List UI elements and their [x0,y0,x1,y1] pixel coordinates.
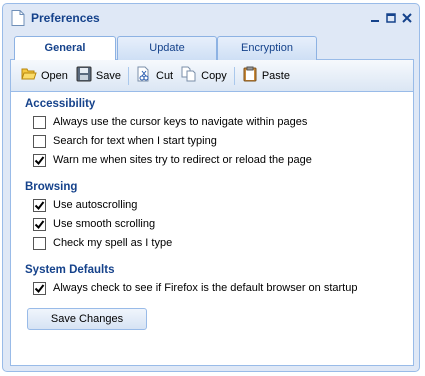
checkmark-icon [34,219,45,229]
copy-label: Copy [201,69,227,82]
tab-update[interactable]: Update [117,36,217,60]
checkbox-row[interactable]: Always check to see if Firefox is the de… [33,280,357,296]
preferences-window: Preferences General Update Encryption Op… [2,3,420,372]
copy-icon [181,66,201,85]
toolbar: Open Save Cut Copy Paste [11,60,413,92]
copy-button[interactable]: Copy [177,65,231,87]
paste-icon [242,66,262,85]
paste-button[interactable]: Paste [238,65,294,87]
title-bar[interactable]: Preferences [3,4,419,32]
cut-button[interactable]: Cut [132,65,177,87]
checkbox-label: Search for text when I start typing [53,135,217,147]
checkbox-label: Always use the cursor keys to navigate w… [53,116,308,128]
window-title: Preferences [31,11,100,25]
close-icon[interactable] [400,11,413,24]
section-browsing-title: Browsing [25,181,78,193]
section-accessibility-title: Accessibility [25,98,96,110]
checkbox-row[interactable]: Always use the cursor keys to navigate w… [33,114,307,130]
minimize-icon[interactable] [368,11,381,24]
checkmark-icon [34,200,45,210]
checkbox-label: Warn me when sites try to redirect or re… [53,154,312,166]
checkbox-checked[interactable] [33,153,46,167]
checkbox-row[interactable]: Use smooth scrolling [33,216,155,232]
tab-encryption[interactable]: Encryption [217,36,317,60]
floppy-disk-icon [76,66,96,85]
checkmark-icon [34,155,45,165]
checkmark-icon [34,283,45,293]
checkbox-unchecked[interactable] [33,236,46,250]
toolbar-separator [233,66,235,85]
checkbox-checked[interactable] [33,281,46,295]
maximize-icon[interactable] [384,11,397,24]
tab-general[interactable]: General [14,36,116,61]
checkbox-checked[interactable] [33,217,46,231]
checkbox-unchecked[interactable] [33,115,46,129]
checkbox-unchecked[interactable] [33,134,46,148]
checkbox-label: Use smooth scrolling [53,218,156,230]
checkbox-row[interactable]: Warn me when sites try to redirect or re… [33,152,312,168]
checkbox-row[interactable]: Check my spell as I type [33,235,172,251]
section-system-defaults-title: System Defaults [25,264,115,276]
checkbox-row[interactable]: Search for text when I start typing [33,133,217,149]
checkbox-label: Always check to see if Firefox is the de… [53,282,358,294]
checkbox-label: Check my spell as I type [53,237,173,249]
checkbox-checked[interactable] [33,198,46,212]
paste-label: Paste [261,69,290,82]
cut-icon [136,66,156,85]
checkbox-label: Use autoscrolling [53,199,138,211]
document-icon [11,10,25,26]
general-panel: Open Save Cut Copy Paste Accessibility A… [10,60,414,366]
folder-open-icon [21,66,41,85]
save-changes-button[interactable]: Save Changes [27,308,147,330]
save-toolbar-button[interactable]: Save [72,65,125,87]
tab-strip: General Update Encryption [10,34,414,61]
checkbox-row[interactable]: Use autoscrolling [33,197,137,213]
toolbar-separator [128,66,129,85]
open-button[interactable]: Open [17,65,72,87]
save-label: Save [95,69,121,82]
open-label: Open [41,69,68,82]
cut-label: Cut [156,69,174,82]
